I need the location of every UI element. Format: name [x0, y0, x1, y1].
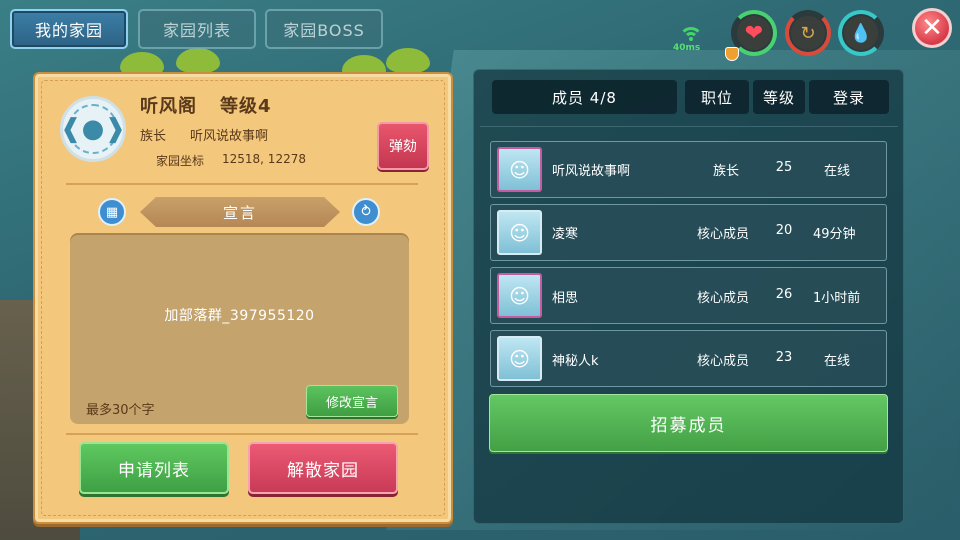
- divider: [66, 433, 418, 435]
- level-header[interactable]: 等级: [753, 80, 805, 114]
- declaration-title: 宣言: [140, 197, 340, 227]
- member-level: 26: [775, 287, 793, 302]
- login-header[interactable]: 登录: [809, 80, 889, 114]
- position-header[interactable]: 职位: [685, 80, 749, 114]
- member-level: 25: [775, 160, 793, 175]
- edit-declaration-button[interactable]: 修改宣言: [306, 385, 398, 417]
- member-login: 49分钟: [813, 227, 856, 242]
- fish-icon: ❰●❱: [59, 114, 127, 144]
- apply-list-button[interactable]: 申请列表: [79, 442, 229, 494]
- member-level: 20: [775, 223, 793, 238]
- coord-label: 家园坐标: [156, 154, 205, 168]
- member-avatar: ☺: [497, 210, 542, 255]
- tab-home-boss[interactable]: 家园BOSS: [265, 9, 383, 49]
- member-role: 族长: [713, 164, 740, 179]
- max-chars-hint: 最多30个字: [86, 403, 155, 418]
- strength-icon: ↻: [800, 22, 816, 44]
- tab-home-list[interactable]: 家园列表: [138, 9, 256, 49]
- ping-text: 40ms: [673, 43, 701, 53]
- member-level: 23: [775, 350, 793, 365]
- leaf-decoration: [386, 48, 430, 74]
- declaration-text: 加部落群_397955120: [164, 308, 315, 324]
- disband-home-button[interactable]: 解散家园: [248, 442, 398, 494]
- water-gauge[interactable]: 💧: [838, 10, 884, 56]
- member-avatar: ☺: [497, 336, 542, 381]
- recruit-members-button[interactable]: 招募成员: [489, 394, 888, 452]
- member-role: 核心成员: [697, 291, 750, 306]
- water-drop-icon: 💧: [849, 22, 873, 44]
- home-emblem: ❰●❱: [60, 96, 126, 162]
- close-button[interactable]: ✕: [912, 8, 952, 48]
- member-name: 凌寒: [552, 227, 579, 242]
- member-avatar: ☺: [497, 147, 542, 192]
- member-avatar: ☺: [497, 273, 542, 318]
- member-role: 核心成员: [697, 227, 750, 242]
- heart-icon: ❤: [744, 20, 764, 46]
- member-login: 在线: [824, 354, 851, 369]
- member-name: 相思: [552, 291, 579, 306]
- coord-value: 12518, 12278: [222, 152, 306, 166]
- tab-my-home[interactable]: 我的家园: [10, 9, 128, 49]
- home-name: 听风阁: [140, 96, 197, 117]
- leader-role-label: 族长: [140, 129, 167, 144]
- member-name: 神秘人k: [552, 354, 599, 369]
- leaf-decoration: [176, 48, 220, 74]
- impeach-button[interactable]: 弹劾: [377, 122, 429, 170]
- divider: [66, 183, 418, 185]
- home-level: 等级4: [220, 96, 272, 117]
- member-login: 在线: [824, 164, 851, 179]
- strength-gauge[interactable]: ↻: [785, 10, 831, 56]
- member-name: 听风说故事啊: [552, 164, 631, 179]
- notepad-icon[interactable]: ▦: [98, 198, 126, 226]
- share-icon[interactable]: ⥁: [352, 198, 380, 226]
- member-login: 1小时前: [813, 291, 861, 306]
- header-divider: [480, 126, 898, 127]
- leader-name: 听风说故事啊: [190, 129, 269, 144]
- close-icon: ✕: [921, 13, 943, 43]
- shield-icon: [725, 47, 739, 61]
- member-role: 核心成员: [697, 354, 750, 369]
- member-count-header: 成员 4/8: [492, 80, 677, 114]
